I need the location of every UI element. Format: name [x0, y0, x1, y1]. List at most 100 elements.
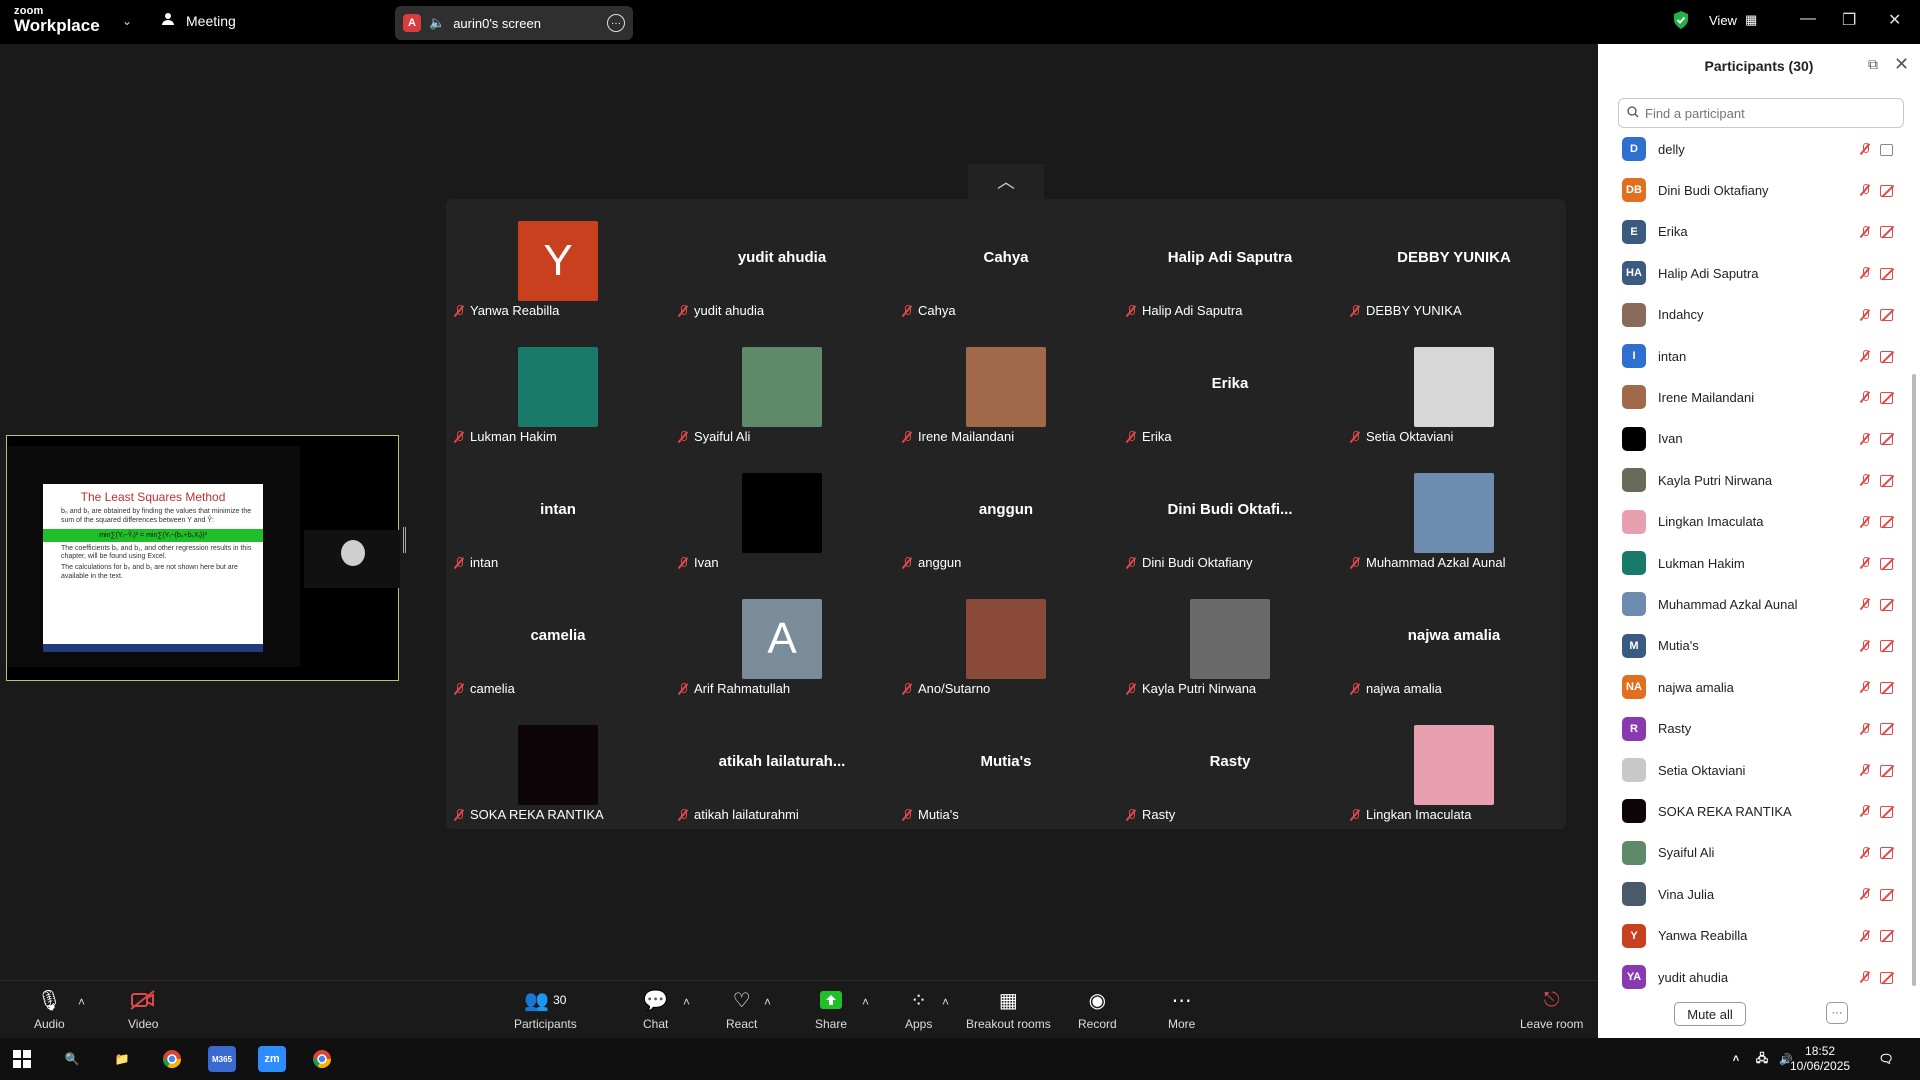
- more-button[interactable]: ⋯ More: [1168, 989, 1195, 1032]
- restore-icon[interactable]: ❐: [1842, 10, 1856, 30]
- meeting-menu-button[interactable]: Meeting: [160, 12, 236, 29]
- participant-row[interactable]: Lukman Hakim: [1598, 543, 1920, 583]
- notification-icon[interactable]: 🗨: [1872, 1046, 1900, 1072]
- view-button[interactable]: View ▦: [1709, 12, 1757, 28]
- search-icon[interactable]: 🔍: [58, 1046, 86, 1072]
- resize-handle[interactable]: [403, 527, 406, 553]
- participant-row[interactable]: Kayla Putri Nirwana: [1598, 460, 1920, 500]
- shield-icon[interactable]: [1672, 10, 1690, 35]
- mute-all-button[interactable]: Mute all: [1674, 1002, 1746, 1026]
- m365-icon[interactable]: M365: [208, 1046, 236, 1072]
- video-tile[interactable]: A Arif Rahmatullah: [670, 577, 894, 703]
- minimize-icon[interactable]: —: [1800, 10, 1816, 28]
- chrome-icon[interactable]: [158, 1046, 186, 1072]
- chevron-down-icon[interactable]: ⌄: [122, 14, 132, 28]
- chrome-icon[interactable]: [308, 1046, 336, 1072]
- participant-row[interactable]: HA Halip Adi Saputra: [1598, 253, 1920, 293]
- participant-row[interactable]: DB Dini Budi Oktafiany: [1598, 170, 1920, 210]
- video-tile[interactable]: SOKA REKA RANTIKA: [446, 703, 670, 829]
- file-explorer-icon[interactable]: 📁: [108, 1046, 136, 1072]
- video-button[interactable]: Video: [128, 989, 158, 1031]
- participant-row[interactable]: YA yudit ahudia: [1598, 957, 1920, 997]
- tile-name-label: Halip Adi Saputra: [1126, 303, 1242, 318]
- shared-screen-thumbnail[interactable]: The Least Squares Method b₀ and b₁ are o…: [6, 435, 400, 681]
- chevron-up-icon[interactable]: ˄: [78, 995, 85, 1009]
- participant-row[interactable]: Syaiful Ali: [1598, 833, 1920, 873]
- participant-row[interactable]: Irene Mailandani: [1598, 377, 1920, 417]
- video-tile[interactable]: Halip Adi Saputra Halip Adi Saputra: [1118, 199, 1342, 325]
- participant-row[interactable]: Muhammad Azkal Aunal: [1598, 584, 1920, 624]
- zoom-app-icon[interactable]: zm: [258, 1046, 286, 1072]
- chevron-up-icon[interactable]: ˄: [942, 995, 949, 1009]
- participant-row[interactable]: Iintan: [1598, 336, 1920, 376]
- participant-search[interactable]: [1618, 98, 1904, 128]
- video-tile[interactable]: yudit ahudia yudit ahudia: [670, 199, 894, 325]
- chevron-up-icon[interactable]: ˄: [1722, 1046, 1750, 1072]
- video-tile[interactable]: Lingkan Imaculata: [1342, 703, 1566, 829]
- video-tile[interactable]: anggun anggun: [894, 451, 1118, 577]
- participant-row[interactable]: M Mutia's: [1598, 626, 1920, 666]
- meeting-toolbar: 🎙 Audio ˄ Video 👥 30 Participants 💬 Chat …: [0, 980, 1598, 1038]
- video-tile[interactable]: Irene Mailandani: [894, 325, 1118, 451]
- record-button[interactable]: ◉ Record: [1078, 989, 1117, 1032]
- participant-row[interactable]: Ivan: [1598, 419, 1920, 459]
- video-tile[interactable]: DEBBY YUNIKA DEBBY YUNIKA: [1342, 199, 1566, 325]
- video-tile[interactable]: Rasty Rasty: [1118, 703, 1342, 829]
- participant-status: [1860, 722, 1896, 736]
- collapse-gallery-button[interactable]: ︿: [968, 164, 1044, 200]
- video-tile[interactable]: camelia camelia: [446, 577, 670, 703]
- more-options-button[interactable]: ···: [1826, 1002, 1848, 1024]
- video-tile[interactable]: Erika Erika: [1118, 325, 1342, 451]
- slide-footer: [43, 644, 263, 652]
- pop-out-icon[interactable]: ⧉: [1868, 56, 1878, 73]
- more-options-icon[interactable]: ···: [607, 14, 625, 32]
- chat-button[interactable]: 💬 Chat: [643, 989, 668, 1032]
- system-clock[interactable]: 18:52 10/06/2025: [1790, 1044, 1850, 1074]
- participant-list: Ddelly DB Dini Budi Oktafiany E Erika HA Halip…: [1598, 129, 1920, 1019]
- video-tile[interactable]: Ivan: [670, 451, 894, 577]
- participant-row[interactable]: SOKA REKA RANTIKA: [1598, 791, 1920, 831]
- participant-row[interactable]: Lingkan Imaculata: [1598, 502, 1920, 542]
- apps-button[interactable]: ⁘ Apps: [905, 989, 932, 1032]
- video-tile[interactable]: Cahya Cahya: [894, 199, 1118, 325]
- video-tile[interactable]: Setia Oktaviani: [1342, 325, 1566, 451]
- participants-button[interactable]: 👥 30 Participants: [514, 989, 577, 1032]
- video-off-icon: [1880, 764, 1896, 777]
- chevron-up-icon[interactable]: ˄: [862, 995, 869, 1009]
- participant-status: [1860, 598, 1896, 611]
- chevron-up-icon[interactable]: ˄: [683, 995, 690, 1009]
- participant-row[interactable]: Indahcy: [1598, 295, 1920, 335]
- chevron-up-icon[interactable]: ˄: [764, 995, 771, 1009]
- video-tile[interactable]: Muhammad Azkal Aunal: [1342, 451, 1566, 577]
- participant-row[interactable]: NA najwa amalia: [1598, 667, 1920, 707]
- participant-row[interactable]: Y Yanwa Reabilla: [1598, 916, 1920, 956]
- participant-row[interactable]: Ddelly: [1598, 129, 1920, 169]
- video-tile[interactable]: Lukman Hakim: [446, 325, 670, 451]
- participant-row[interactable]: E Erika: [1598, 212, 1920, 252]
- share-button[interactable]: Share: [815, 989, 847, 1031]
- video-tile[interactable]: Y Yanwa Reabilla: [446, 199, 670, 325]
- windows-start-icon[interactable]: [8, 1046, 36, 1072]
- breakout-rooms-button[interactable]: ▦ Breakout rooms: [966, 989, 1051, 1032]
- close-icon[interactable]: ✕: [1894, 54, 1909, 75]
- avatar: Y: [1622, 923, 1646, 948]
- participant-row[interactable]: Setia Oktaviani: [1598, 750, 1920, 790]
- participant-row[interactable]: Vina Julia: [1598, 874, 1920, 914]
- video-tile[interactable]: Ano/Sutarno: [894, 577, 1118, 703]
- leave-room-button[interactable]: ⎋ Leave room: [1520, 989, 1583, 1032]
- react-button[interactable]: ♡ React: [726, 989, 757, 1032]
- video-tile[interactable]: intan intan: [446, 451, 670, 577]
- video-tile[interactable]: Kayla Putri Nirwana: [1118, 577, 1342, 703]
- video-tile[interactable]: atikah lailaturah... atikah lailaturahmi: [670, 703, 894, 829]
- participant-row[interactable]: R Rasty: [1598, 709, 1920, 749]
- screen-share-pill[interactable]: A 🔈 aurin0's screen ···: [395, 6, 633, 40]
- video-tile[interactable]: najwa amalia najwa amalia: [1342, 577, 1566, 703]
- video-tile[interactable]: Mutia's Mutia's: [894, 703, 1118, 829]
- close-icon[interactable]: ✕: [1888, 10, 1901, 30]
- video-tile[interactable]: Syaiful Ali: [670, 325, 894, 451]
- search-input[interactable]: [1645, 105, 1885, 121]
- video-tile[interactable]: Dini Budi Oktafi... Dini Budi Oktafiany: [1118, 451, 1342, 577]
- participant-name: intan: [470, 555, 499, 570]
- scrollbar[interactable]: [1912, 374, 1916, 986]
- audio-button[interactable]: 🎙 Audio: [34, 989, 65, 1032]
